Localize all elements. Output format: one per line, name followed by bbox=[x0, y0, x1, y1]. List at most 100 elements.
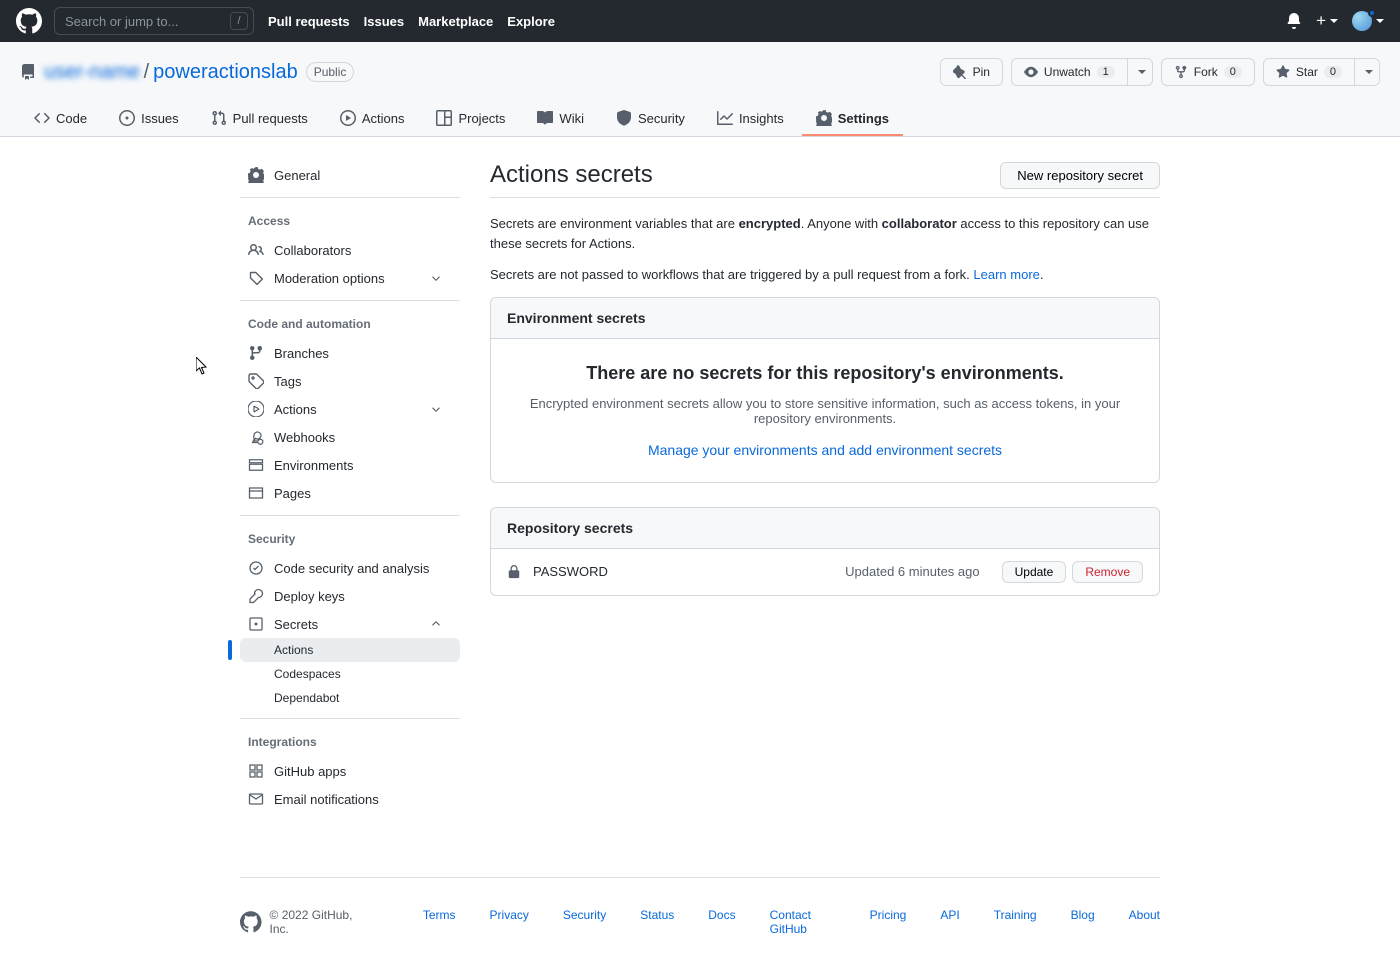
settings-content: Actions secrets New repository secret Se… bbox=[490, 161, 1160, 813]
tab-wiki[interactable]: Wiki bbox=[523, 102, 598, 136]
repo-header: user-name / poweractionslab Public Pin U… bbox=[0, 42, 1400, 137]
footer-security[interactable]: Security bbox=[563, 908, 606, 936]
path-separator: / bbox=[144, 61, 150, 84]
env-panel-header: Environment secrets bbox=[491, 298, 1159, 339]
sidebar-group-integrations: Integrations bbox=[240, 727, 460, 757]
sidebar-group-security: Security bbox=[240, 524, 460, 554]
sidebar-moderation[interactable]: Moderation options bbox=[240, 264, 460, 292]
settings-sidebar: General Access Collaborators Moderation … bbox=[240, 161, 460, 813]
sidebar-secrets[interactable]: Secrets bbox=[240, 610, 460, 638]
secret-updated-time: Updated 6 minutes ago bbox=[845, 564, 979, 579]
notification-badge-icon bbox=[1368, 9, 1376, 17]
footer-terms[interactable]: Terms bbox=[423, 908, 456, 936]
slash-key-icon: / bbox=[230, 12, 248, 30]
settings-container: General Access Collaborators Moderation … bbox=[240, 137, 1160, 837]
env-empty-title: There are no secrets for this repository… bbox=[507, 363, 1143, 384]
search-box: / bbox=[54, 7, 254, 35]
nav-explore[interactable]: Explore bbox=[507, 14, 555, 29]
tab-projects[interactable]: Projects bbox=[422, 102, 519, 136]
create-dropdown[interactable]: + bbox=[1316, 11, 1338, 31]
footer-privacy[interactable]: Privacy bbox=[490, 908, 529, 936]
footer-links: Terms Privacy Security Status Docs Conta… bbox=[423, 908, 1160, 936]
repo-owner-link[interactable]: user-name bbox=[44, 61, 140, 84]
footer-blog[interactable]: Blog bbox=[1071, 908, 1095, 936]
lock-icon bbox=[507, 565, 521, 579]
env-panel-body: There are no secrets for this repository… bbox=[491, 339, 1159, 482]
fork-button[interactable]: Fork0 bbox=[1161, 58, 1255, 86]
tab-issues[interactable]: Issues bbox=[105, 102, 193, 136]
footer-api[interactable]: API bbox=[940, 908, 959, 936]
update-secret-button[interactable]: Update bbox=[1002, 561, 1067, 583]
mouse-cursor-icon bbox=[196, 357, 210, 380]
sidebar-actions[interactable]: Actions bbox=[240, 395, 460, 423]
sidebar-deploy-keys[interactable]: Deploy keys bbox=[240, 582, 460, 610]
sidebar-email-notifications[interactable]: Email notifications bbox=[240, 785, 460, 813]
star-button-group: Star0 bbox=[1263, 58, 1380, 86]
footer-status[interactable]: Status bbox=[640, 908, 674, 936]
sidebar-general[interactable]: General bbox=[240, 161, 460, 189]
sidebar-pages[interactable]: Pages bbox=[240, 479, 460, 507]
tab-actions[interactable]: Actions bbox=[326, 102, 419, 136]
search-input[interactable] bbox=[54, 7, 254, 35]
sidebar-github-apps[interactable]: GitHub apps bbox=[240, 757, 460, 785]
repo-path: user-name / poweractionslab Public bbox=[20, 61, 354, 84]
tab-insights[interactable]: Insights bbox=[703, 102, 798, 136]
footer-pricing[interactable]: Pricing bbox=[870, 908, 907, 936]
description-2: Secrets are not passed to workflows that… bbox=[490, 265, 1160, 285]
nav-pull-requests[interactable]: Pull requests bbox=[268, 14, 350, 29]
sidebar-secrets-actions[interactable]: Actions bbox=[240, 638, 460, 662]
sidebar-group-access: Access bbox=[240, 206, 460, 236]
footer-contact[interactable]: Contact GitHub bbox=[770, 908, 836, 936]
sidebar-environments[interactable]: Environments bbox=[240, 451, 460, 479]
repo-tabs: Code Issues Pull requests Actions Projec… bbox=[20, 102, 1380, 136]
sidebar-branches[interactable]: Branches bbox=[240, 339, 460, 367]
pin-button[interactable]: Pin bbox=[940, 58, 1003, 86]
secret-name: PASSWORD bbox=[533, 564, 608, 579]
environment-secrets-panel: Environment secrets There are no secrets… bbox=[490, 297, 1160, 483]
github-footer-icon[interactable] bbox=[240, 911, 262, 933]
repo-title-row: user-name / poweractionslab Public Pin U… bbox=[20, 58, 1380, 86]
description-1: Secrets are environment variables that a… bbox=[490, 214, 1160, 253]
repo-panel-header: Repository secrets bbox=[491, 508, 1159, 549]
tab-code[interactable]: Code bbox=[20, 102, 101, 136]
github-logo-icon[interactable] bbox=[16, 8, 42, 34]
unwatch-button[interactable]: Unwatch1 bbox=[1011, 58, 1128, 86]
secret-row: PASSWORD Updated 6 minutes ago Update Re… bbox=[491, 549, 1159, 595]
sidebar-group-code: Code and automation bbox=[240, 309, 460, 339]
nav-marketplace[interactable]: Marketplace bbox=[418, 14, 493, 29]
learn-more-link[interactable]: Learn more bbox=[973, 267, 1039, 282]
tab-settings[interactable]: Settings bbox=[802, 102, 903, 136]
global-nav-links: Pull requests Issues Marketplace Explore bbox=[268, 14, 555, 29]
footer-about[interactable]: About bbox=[1129, 908, 1160, 936]
sidebar-secrets-codespaces[interactable]: Codespaces bbox=[240, 662, 460, 686]
new-repository-secret-button[interactable]: New repository secret bbox=[1000, 162, 1160, 189]
remove-secret-button[interactable]: Remove bbox=[1072, 561, 1143, 583]
watch-dropdown[interactable] bbox=[1128, 58, 1153, 86]
star-button[interactable]: Star0 bbox=[1263, 58, 1355, 86]
sidebar-webhooks[interactable]: Webhooks bbox=[240, 423, 460, 451]
tab-security[interactable]: Security bbox=[602, 102, 699, 136]
manage-environments-link[interactable]: Manage your environments and add environ… bbox=[648, 442, 1002, 458]
sidebar-tags[interactable]: Tags bbox=[240, 367, 460, 395]
notifications-icon[interactable] bbox=[1286, 13, 1302, 29]
repository-secrets-panel: Repository secrets PASSWORD Updated 6 mi… bbox=[490, 507, 1160, 596]
repo-icon bbox=[20, 64, 36, 80]
visibility-badge: Public bbox=[306, 62, 355, 82]
repo-name-link[interactable]: poweractionslab bbox=[153, 61, 298, 84]
user-menu-dropdown[interactable] bbox=[1352, 11, 1384, 31]
content-header: Actions secrets New repository secret bbox=[490, 161, 1160, 198]
watch-button-group: Unwatch1 bbox=[1011, 58, 1153, 86]
sidebar-code-security[interactable]: Code security and analysis bbox=[240, 554, 460, 582]
sidebar-secrets-dependabot[interactable]: Dependabot bbox=[240, 686, 460, 710]
star-dropdown[interactable] bbox=[1355, 58, 1380, 86]
sidebar-collaborators[interactable]: Collaborators bbox=[240, 236, 460, 264]
nav-issues[interactable]: Issues bbox=[364, 14, 404, 29]
page-title: Actions secrets bbox=[490, 161, 653, 189]
footer-training[interactable]: Training bbox=[994, 908, 1037, 936]
footer-copyright: © 2022 GitHub, Inc. bbox=[270, 908, 373, 936]
env-empty-desc: Encrypted environment secrets allow you … bbox=[507, 396, 1143, 426]
tab-pull-requests[interactable]: Pull requests bbox=[197, 102, 322, 136]
footer-docs[interactable]: Docs bbox=[708, 908, 735, 936]
global-nav-right: + bbox=[1286, 11, 1384, 31]
global-header: / Pull requests Issues Marketplace Explo… bbox=[0, 0, 1400, 42]
